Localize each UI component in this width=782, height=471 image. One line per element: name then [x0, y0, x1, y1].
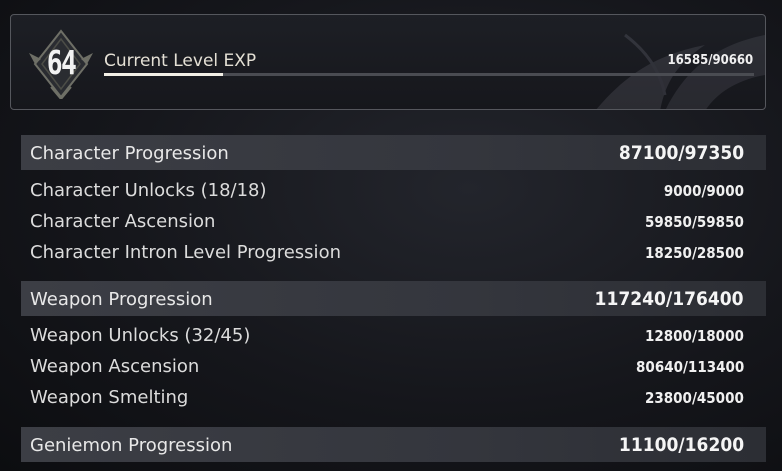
current-level-exp-value: 16585/90660	[667, 53, 753, 68]
current-level-exp-label: Current Level EXP	[104, 51, 257, 71]
row-label: Weapon Unlocks (32/45)	[30, 325, 251, 346]
row-label: Character Ascension	[30, 211, 216, 232]
row-character-unlocks: Character Unlocks (18/18) 9000/9000	[21, 177, 766, 205]
level-exp-panel: 64 Current Level EXP 16585/90660	[10, 14, 766, 110]
row-label: Character Unlocks (18/18)	[30, 180, 267, 201]
section-label: Character Progression	[30, 143, 229, 164]
section-geniemon-progression: Geniemon Progression 11100/16200	[21, 427, 766, 462]
section-label: Weapon Progression	[30, 289, 213, 310]
row-value: 59850/59850	[645, 213, 744, 231]
row-label: Weapon Smelting	[30, 387, 189, 408]
row-value: 80640/113400	[635, 358, 744, 376]
exp-progress-fill	[104, 73, 223, 76]
row-value: 9000/9000	[663, 182, 744, 200]
section-value: 11100/16200	[618, 434, 744, 456]
section-character-progression: Character Progression 87100/97350	[21, 135, 766, 170]
row-value: 12800/18000	[645, 327, 744, 345]
section-value: 87100/97350	[618, 142, 744, 164]
row-label: Character Intron Level Progression	[30, 242, 341, 263]
row-label: Weapon Ascension	[30, 356, 200, 377]
row-weapon-ascension: Weapon Ascension 80640/113400	[21, 353, 766, 381]
row-value: 23800/45000	[645, 389, 744, 407]
section-value: 117240/176400	[594, 288, 744, 310]
exp-progress-bar	[104, 73, 754, 76]
level-number: 64	[46, 43, 77, 82]
row-weapon-smelting: Weapon Smelting 23800/45000	[21, 384, 766, 412]
row-value: 18250/28500	[645, 244, 744, 262]
section-weapon-progression: Weapon Progression 117240/176400	[21, 281, 766, 316]
row-character-ascension: Character Ascension 59850/59850	[21, 208, 766, 236]
row-character-intron: Character Intron Level Progression 18250…	[21, 239, 766, 267]
section-label: Geniemon Progression	[30, 435, 233, 456]
row-weapon-unlocks: Weapon Unlocks (32/45) 12800/18000	[21, 322, 766, 350]
